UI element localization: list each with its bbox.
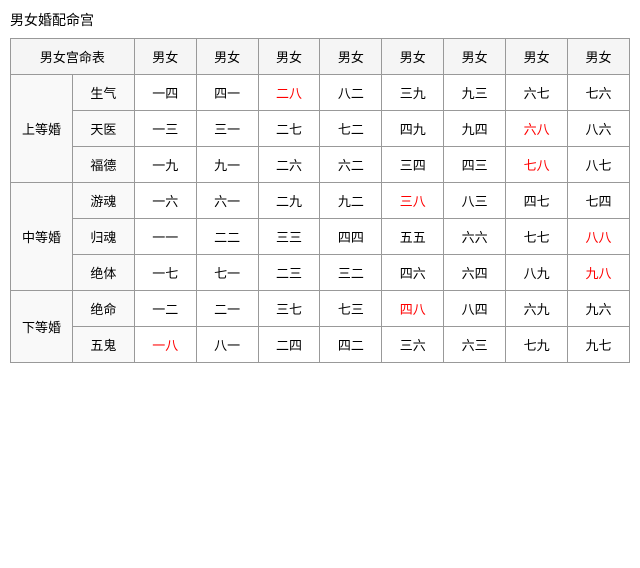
- row-label: 绝命: [72, 291, 134, 327]
- table-cell: 七九: [506, 327, 568, 363]
- table-cell: 六一: [196, 183, 258, 219]
- table-cell: 九八: [568, 255, 630, 291]
- group-label-0: 上等婚: [11, 75, 73, 183]
- table-cell: 一一: [134, 219, 196, 255]
- table-cell: 九二: [320, 183, 382, 219]
- table-cell: 六八: [506, 111, 568, 147]
- table-cell: 七一: [196, 255, 258, 291]
- table-cell: 五五: [382, 219, 444, 255]
- group-label-1: 中等婚: [11, 183, 73, 291]
- table-cell: 一四: [134, 75, 196, 111]
- table-cell: 七二: [320, 111, 382, 147]
- table-cell: 四九: [382, 111, 444, 147]
- table-cell: 一三: [134, 111, 196, 147]
- row-label: 天医: [72, 111, 134, 147]
- table-cell: 六二: [320, 147, 382, 183]
- table-cell: 三七: [258, 291, 320, 327]
- table-cell: 一二: [134, 291, 196, 327]
- table-cell: 八六: [568, 111, 630, 147]
- table-cell: 三四: [382, 147, 444, 183]
- col-header-2: 男女: [196, 39, 258, 75]
- table-cell: 九四: [444, 111, 506, 147]
- table-cell: 八四: [444, 291, 506, 327]
- table-cell: 四四: [320, 219, 382, 255]
- col-header-6: 男女: [444, 39, 506, 75]
- table-cell: 三一: [196, 111, 258, 147]
- col-header-3: 男女: [258, 39, 320, 75]
- row-label: 生气: [72, 75, 134, 111]
- table-cell: 三二: [320, 255, 382, 291]
- table-cell: 九三: [444, 75, 506, 111]
- table-cell: 三九: [382, 75, 444, 111]
- table-cell: 一八: [134, 327, 196, 363]
- col-header-1: 男女: [134, 39, 196, 75]
- table-cell: 七四: [568, 183, 630, 219]
- table-cell: 二六: [258, 147, 320, 183]
- table-cell: 六三: [444, 327, 506, 363]
- table-cell: 九七: [568, 327, 630, 363]
- group-label-2: 下等婚: [11, 291, 73, 363]
- row-label: 游魂: [72, 183, 134, 219]
- table-cell: 四六: [382, 255, 444, 291]
- table-cell: 九六: [568, 291, 630, 327]
- table-cell: 四八: [382, 291, 444, 327]
- table-cell: 八三: [444, 183, 506, 219]
- table-cell: 四七: [506, 183, 568, 219]
- table-cell: 八八: [568, 219, 630, 255]
- table-cell: 二四: [258, 327, 320, 363]
- table-cell: 二三: [258, 255, 320, 291]
- table-corner-header: 男女宫命表: [11, 39, 135, 75]
- col-header-4: 男女: [320, 39, 382, 75]
- table-cell: 一七: [134, 255, 196, 291]
- table-cell: 三三: [258, 219, 320, 255]
- marriage-table: 男女宫命表 男女 男女 男女 男女 男女 男女 男女 男女 上等婚生气一四四一二…: [10, 38, 630, 363]
- table-cell: 六七: [506, 75, 568, 111]
- table-cell: 八一: [196, 327, 258, 363]
- table-cell: 八七: [568, 147, 630, 183]
- row-label: 福德: [72, 147, 134, 183]
- table-cell: 六四: [444, 255, 506, 291]
- table-cell: 七六: [568, 75, 630, 111]
- table-cell: 四三: [444, 147, 506, 183]
- table-cell: 二一: [196, 291, 258, 327]
- table-cell: 四一: [196, 75, 258, 111]
- col-header-8: 男女: [568, 39, 630, 75]
- table-cell: 七七: [506, 219, 568, 255]
- table-cell: 七三: [320, 291, 382, 327]
- table-cell: 一九: [134, 147, 196, 183]
- row-label: 绝体: [72, 255, 134, 291]
- table-cell: 六六: [444, 219, 506, 255]
- table-cell: 四二: [320, 327, 382, 363]
- col-header-5: 男女: [382, 39, 444, 75]
- table-cell: 三八: [382, 183, 444, 219]
- table-cell: 二九: [258, 183, 320, 219]
- table-cell: 三六: [382, 327, 444, 363]
- table-cell: 八二: [320, 75, 382, 111]
- table-cell: 六九: [506, 291, 568, 327]
- table-cell: 二八: [258, 75, 320, 111]
- table-cell: 九一: [196, 147, 258, 183]
- table-cell: 八九: [506, 255, 568, 291]
- col-header-7: 男女: [506, 39, 568, 75]
- table-cell: 七八: [506, 147, 568, 183]
- row-label: 归魂: [72, 219, 134, 255]
- table-cell: 二七: [258, 111, 320, 147]
- page-title: 男女婚配命宫: [10, 10, 630, 30]
- table-cell: 二二: [196, 219, 258, 255]
- table-cell: 一六: [134, 183, 196, 219]
- row-label: 五鬼: [72, 327, 134, 363]
